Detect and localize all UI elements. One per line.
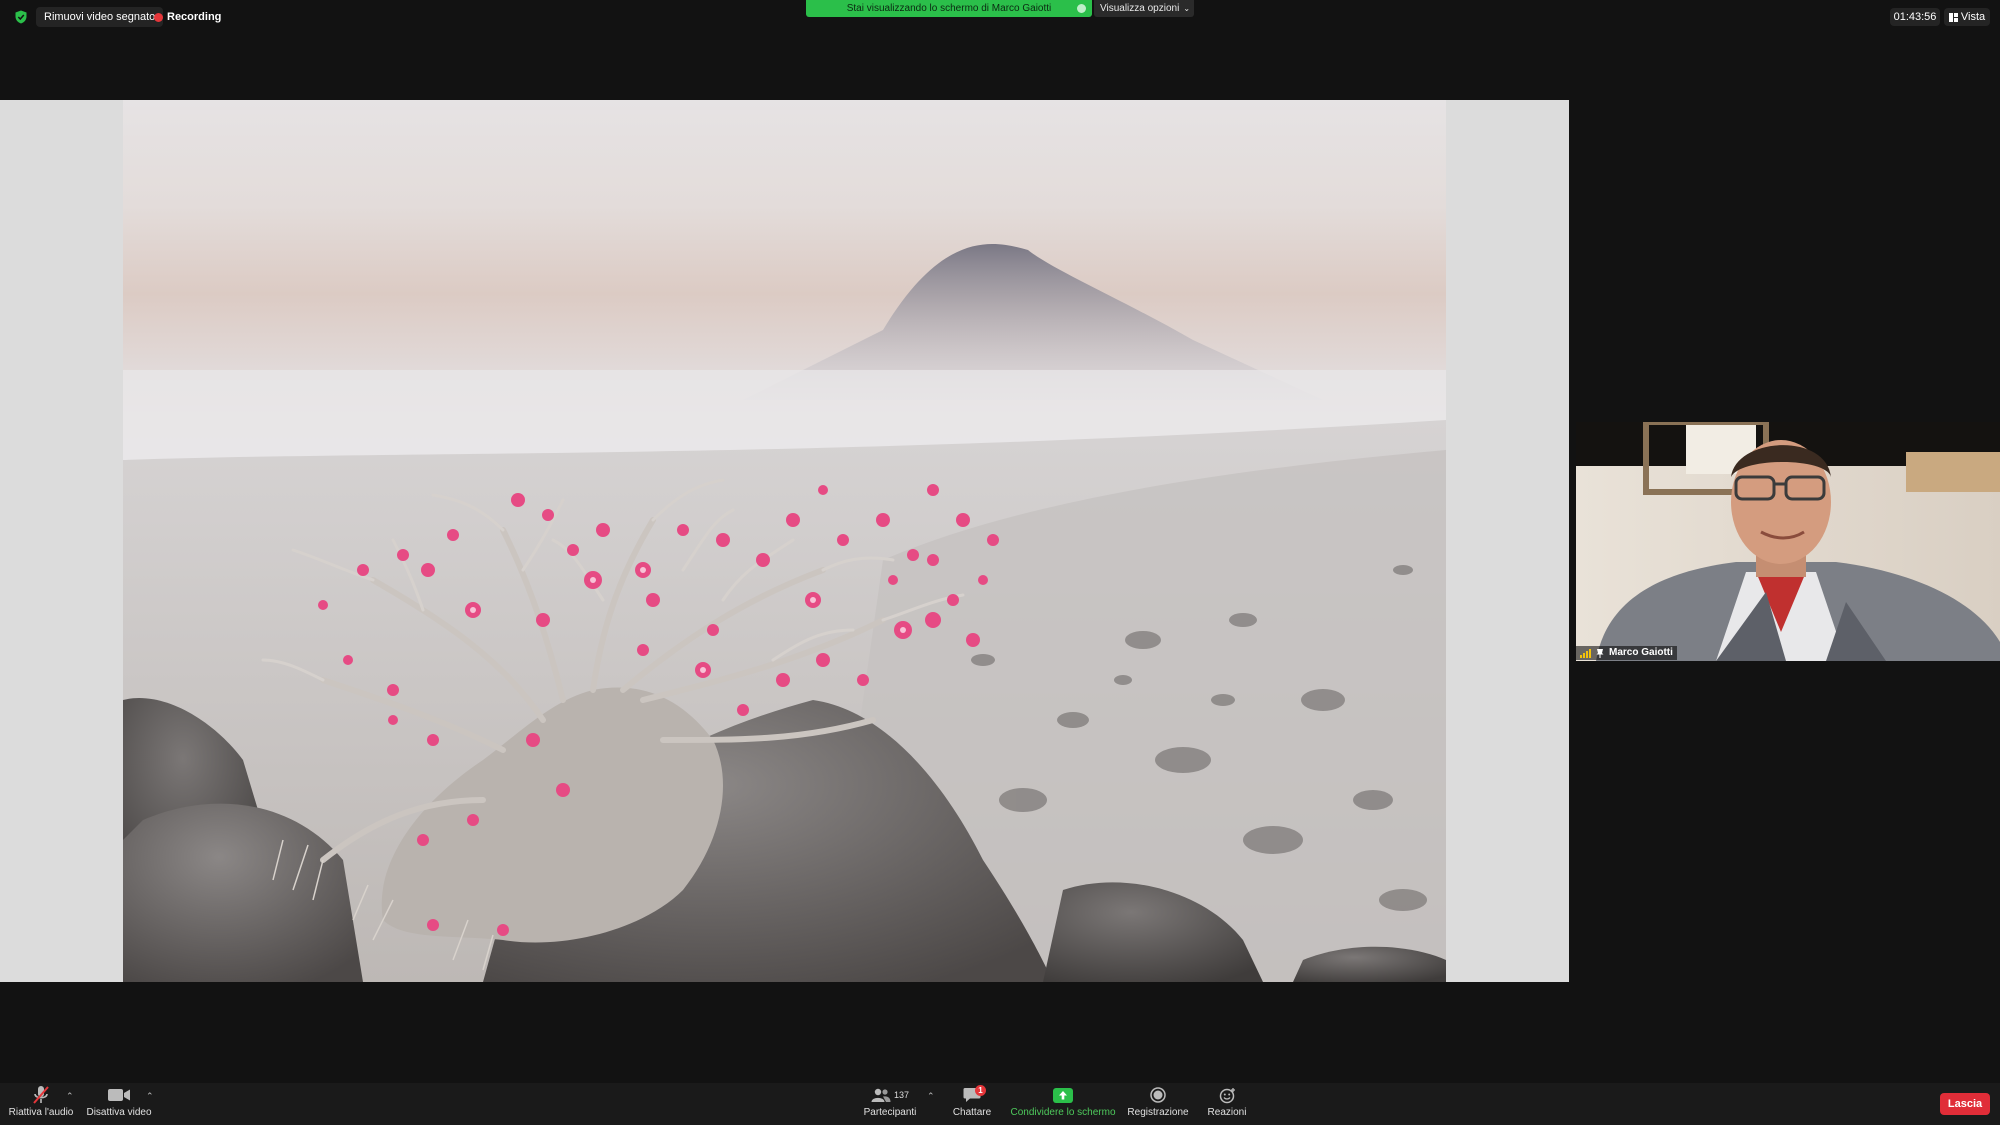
record-button[interactable]: Registrazione (1124, 1083, 1192, 1125)
share-banner-text: Stai visualizzando lo schermo di Marco G… (846, 3, 1052, 14)
shared-photo (123, 100, 1446, 982)
participant-video-tile[interactable] (1576, 422, 2000, 661)
pin-icon (1596, 648, 1604, 658)
stop-video-button[interactable]: Disattiva video (86, 1083, 152, 1125)
chat-button[interactable]: Chattare (946, 1083, 998, 1125)
record-icon (1150, 1087, 1166, 1103)
participants-label: Partecipanti (863, 1107, 917, 1118)
participants-icon (871, 1088, 891, 1102)
recording-label: Recording (167, 11, 222, 23)
view-options-button[interactable]: Visualizza opzioni ⌄ (1094, 0, 1194, 17)
signal-strength-icon (1580, 648, 1591, 658)
share-status-icon (1077, 4, 1086, 13)
share-screen-label: Condividere lo schermo (1010, 1107, 1116, 1118)
chevron-down-icon: ⌄ (1183, 4, 1191, 13)
top-bar: Rimuovi video segnato Recording Stai vis… (0, 0, 2000, 34)
reactions-button[interactable]: Reazioni (1200, 1083, 1254, 1125)
share-screen-button[interactable]: Condividere lo schermo (1004, 1083, 1122, 1125)
chat-label: Chattare (952, 1107, 992, 1118)
participant-name-tag: Marco Gaiotti (1576, 646, 1677, 660)
meeting-toolbar: Riattiva l'audio ⌃ Disattiva video ⌃ 137… (0, 1083, 2000, 1125)
view-options-label: Visualizza opzioni (1100, 3, 1180, 14)
leave-meeting-button[interactable]: Lascia (1940, 1093, 1990, 1115)
stop-video-label: Disattiva video (86, 1107, 152, 1118)
audio-options-chevron-icon[interactable]: ⌃ (66, 1091, 74, 1102)
record-label: Registrazione (1127, 1107, 1189, 1118)
reactions-smiley-icon (1219, 1087, 1235, 1103)
participant-name: Marco Gaiotti (1609, 647, 1673, 658)
participants-button[interactable]: 137 Partecipanti (860, 1083, 920, 1125)
participants-count: 137 (893, 1090, 910, 1100)
meeting-timer: 01:43:56 (1890, 8, 1940, 26)
reactions-label: Reazioni (1207, 1107, 1247, 1118)
video-options-chevron-icon[interactable]: ⌃ (146, 1091, 154, 1102)
recording-indicator[interactable]: Recording (154, 8, 221, 26)
chat-unread-badge: 1 (975, 1085, 986, 1096)
shared-screen (0, 100, 1569, 982)
grid-view-icon (1948, 12, 1958, 22)
microphone-muted-icon (33, 1086, 49, 1104)
video-camera-icon (108, 1089, 130, 1101)
share-screen-icon (1053, 1087, 1073, 1103)
remove-video-button[interactable]: Rimuovi video segnato (36, 7, 164, 27)
unmute-audio-label: Riattiva l'audio (8, 1107, 74, 1118)
recording-dot-icon (154, 12, 163, 22)
security-shield-icon[interactable] (14, 10, 28, 24)
view-button[interactable]: Vista (1944, 8, 1990, 26)
participants-options-chevron-icon[interactable]: ⌃ (927, 1091, 935, 1102)
view-label: Vista (1960, 11, 1986, 23)
screen-share-banner: Stai visualizzando lo schermo di Marco G… (806, 0, 1092, 17)
unmute-audio-button[interactable]: Riattiva l'audio (6, 1083, 76, 1125)
